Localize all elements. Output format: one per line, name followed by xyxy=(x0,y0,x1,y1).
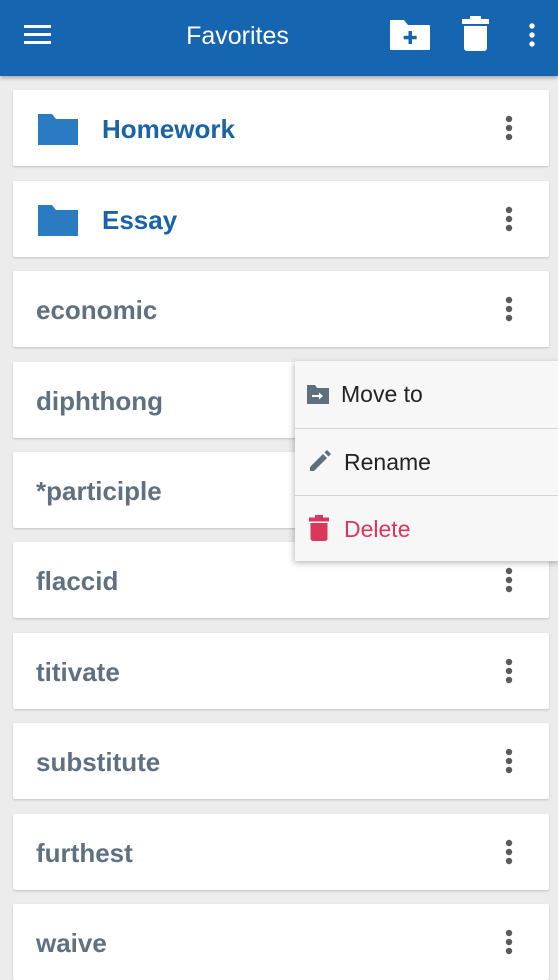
more-vertical-icon[interactable] xyxy=(497,110,521,146)
context-menu: Move to Rename Delete xyxy=(295,361,558,561)
list-item-label: Homework xyxy=(102,114,235,144)
move-to-label: Move to xyxy=(341,381,423,407)
folder-plus-icon xyxy=(390,20,430,50)
delete-menu-item[interactable]: Delete xyxy=(295,496,558,562)
more-vertical-icon[interactable] xyxy=(497,562,521,598)
folder-icon xyxy=(38,205,78,236)
new-folder-button[interactable] xyxy=(389,17,431,51)
list-item-label: diphthong xyxy=(36,386,164,416)
list-item-label: substitute xyxy=(36,747,161,777)
rename-menu-item[interactable]: Rename xyxy=(295,429,558,495)
pencil-icon xyxy=(310,450,331,471)
list-item-label: titivate xyxy=(36,657,120,687)
trash-icon xyxy=(309,515,329,541)
move-to-folder-icon xyxy=(307,385,329,404)
list-item-label: economic xyxy=(36,295,158,325)
list-item-word[interactable]: titivate xyxy=(13,633,549,709)
list-item-word[interactable]: substitute xyxy=(13,723,549,799)
more-vertical-icon[interactable] xyxy=(497,653,521,689)
list-item-label: flaccid xyxy=(36,566,119,596)
list-item-word[interactable]: economic xyxy=(13,271,549,347)
list-item-label: waive xyxy=(36,928,107,958)
overflow-menu-button[interactable] xyxy=(526,22,538,48)
list-item-folder[interactable]: Essay xyxy=(13,181,549,257)
trash-icon xyxy=(462,16,489,51)
more-vertical-icon[interactable] xyxy=(497,291,521,327)
list-item-label: *participle xyxy=(36,476,162,506)
more-vertical-icon xyxy=(529,23,535,47)
list-item-word[interactable]: waive xyxy=(13,904,549,980)
delete-button[interactable] xyxy=(462,16,489,51)
list-item-label: furthest xyxy=(36,838,133,868)
list-item-word[interactable]: furthest xyxy=(13,814,549,890)
list-item-label: Essay xyxy=(102,205,178,235)
delete-label: Delete xyxy=(344,516,411,542)
more-vertical-icon[interactable] xyxy=(497,201,521,237)
more-vertical-icon[interactable] xyxy=(497,743,521,779)
more-vertical-icon[interactable] xyxy=(497,834,521,870)
rename-label: Rename xyxy=(344,449,431,475)
move-to-menu-item[interactable]: Move to xyxy=(295,361,558,427)
more-vertical-icon[interactable] xyxy=(497,924,521,960)
app-bar: Favorites xyxy=(0,0,558,76)
folder-icon xyxy=(38,114,78,145)
list-item-folder[interactable]: Homework xyxy=(13,90,549,166)
